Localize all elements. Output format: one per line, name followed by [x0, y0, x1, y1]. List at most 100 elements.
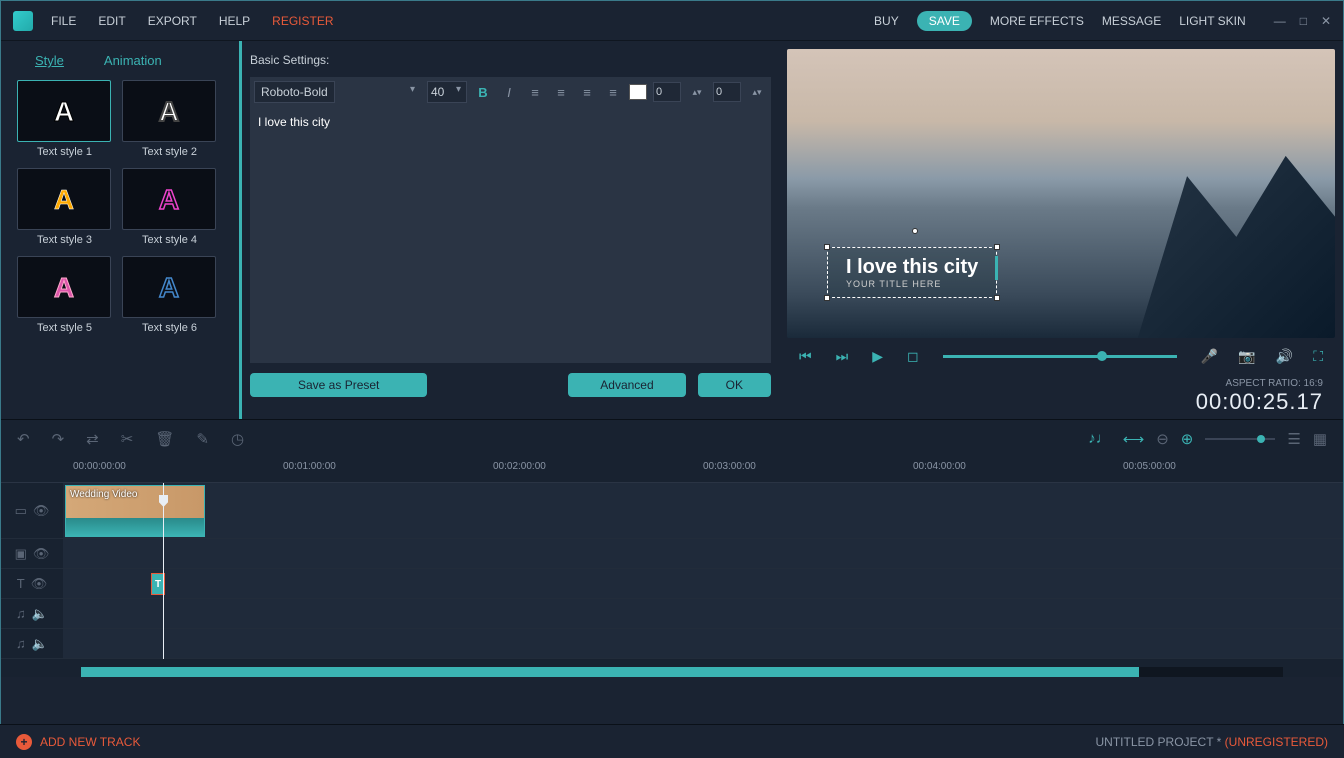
- bold-button[interactable]: B: [473, 82, 493, 102]
- ruler-mark: 00:05:00:00: [1123, 461, 1176, 472]
- text-track[interactable]: T: [63, 569, 1343, 598]
- zoom-in-icon[interactable]: ⊕: [1181, 430, 1194, 448]
- volume-icon[interactable]: 🔊: [1276, 348, 1293, 365]
- menu-file[interactable]: FILE: [51, 14, 76, 28]
- svg-text:A: A: [54, 184, 74, 215]
- align-left-icon[interactable]: ≡: [525, 82, 545, 102]
- ruler-mark: 00:04:00:00: [913, 461, 966, 472]
- svg-text:A: A: [159, 272, 179, 303]
- add-new-track-button[interactable]: + ADD NEW TRACK: [16, 734, 140, 750]
- time-icon[interactable]: ◷: [231, 430, 244, 448]
- menu-help[interactable]: HELP: [219, 14, 250, 28]
- timeline-scrollbar[interactable]: [81, 667, 1283, 677]
- audio-tool-icon[interactable]: ♪♩: [1088, 430, 1111, 447]
- overlay-subtitle-text: YOUR TITLE HERE: [846, 279, 978, 289]
- save-as-preset-button[interactable]: Save as Preset: [250, 373, 427, 397]
- playhead[interactable]: [163, 483, 164, 659]
- svg-text:A: A: [54, 96, 74, 127]
- prev-frame-icon[interactable]: ⏭: [836, 348, 849, 365]
- maximize-icon[interactable]: □: [1300, 14, 1307, 28]
- audio-track-1-icon[interactable]: ♫: [16, 606, 26, 621]
- ruler-mark: 00:00:00:00: [73, 461, 126, 472]
- text-style-3[interactable]: A: [17, 168, 111, 230]
- text-style-1-label: Text style 1: [17, 146, 112, 158]
- title-overlay[interactable]: I love this city YOUR TITLE HERE: [827, 247, 997, 298]
- ruler-mark: 00:03:00:00: [703, 461, 756, 472]
- project-status: UNTITLED PROJECT * (UNREGISTERED): [1096, 735, 1328, 749]
- video-clip[interactable]: Wedding Video: [65, 485, 205, 537]
- align-right-icon[interactable]: ≡: [577, 82, 597, 102]
- playback-slider[interactable]: [943, 355, 1177, 358]
- ok-button[interactable]: OK: [698, 373, 771, 397]
- spacing-input-1[interactable]: [653, 82, 681, 102]
- ruler-mark: 00:02:00:00: [493, 461, 546, 472]
- menu-register[interactable]: REGISTER: [272, 14, 333, 28]
- font-select[interactable]: Roboto-Bold: [254, 81, 335, 103]
- overlay-track-icon[interactable]: ▣: [15, 546, 27, 562]
- text-style-6[interactable]: A: [122, 256, 216, 318]
- mic-icon[interactable]: 🎤: [1201, 348, 1218, 365]
- text-style-2[interactable]: A: [122, 80, 216, 142]
- buy-button[interactable]: BUY: [874, 14, 899, 28]
- italic-button[interactable]: I: [499, 82, 519, 102]
- menu-export[interactable]: EXPORT: [148, 14, 197, 28]
- delete-icon[interactable]: 🗑: [155, 430, 174, 448]
- settings-icon[interactable]: ⇄: [86, 430, 99, 448]
- close-icon[interactable]: ✕: [1321, 14, 1331, 28]
- tab-style[interactable]: Style: [35, 53, 64, 68]
- tab-animation[interactable]: Animation: [104, 53, 162, 68]
- fit-icon[interactable]: ⟷: [1123, 430, 1145, 448]
- title-text-input[interactable]: I love this city: [250, 107, 771, 363]
- edit-icon[interactable]: ✎: [196, 430, 209, 448]
- svg-text:A: A: [159, 184, 179, 215]
- audio-track-2[interactable]: [63, 629, 1343, 658]
- visibility-icon[interactable]: 👁: [33, 503, 50, 519]
- play-icon[interactable]: ▶: [872, 348, 883, 365]
- goto-start-icon[interactable]: ⏮: [799, 348, 812, 365]
- video-track-icon[interactable]: ▭: [15, 503, 27, 519]
- overlay-track[interactable]: [63, 539, 1343, 568]
- video-preview[interactable]: I love this city YOUR TITLE HERE: [787, 49, 1335, 338]
- grid-view-icon[interactable]: ▦: [1313, 430, 1327, 448]
- zoom-out-icon[interactable]: ⊖: [1156, 430, 1169, 448]
- zoom-slider[interactable]: [1205, 438, 1275, 440]
- svg-text:A: A: [159, 96, 179, 127]
- mute-icon[interactable]: 🔈: [32, 606, 48, 622]
- redo-icon[interactable]: ↷: [52, 430, 65, 448]
- align-center-icon[interactable]: ≡: [551, 82, 571, 102]
- more-effects-button[interactable]: MORE EFFECTS: [990, 14, 1084, 28]
- stepper-2-icon[interactable]: ▴▾: [747, 82, 767, 102]
- text-track-icon[interactable]: T: [17, 576, 25, 591]
- text-style-6-label: Text style 6: [122, 322, 217, 334]
- light-skin-button[interactable]: LIGHT SKIN: [1179, 14, 1245, 28]
- snapshot-icon[interactable]: 📷: [1238, 348, 1255, 365]
- message-button[interactable]: MESSAGE: [1102, 14, 1161, 28]
- audio-track-2-icon[interactable]: ♫: [16, 636, 26, 651]
- stop-icon[interactable]: ◻: [907, 348, 919, 365]
- timeline-ruler[interactable]: 00:00:00:00 00:01:00:00 00:02:00:00 00:0…: [1, 457, 1343, 483]
- stepper-1-icon[interactable]: ▴▾: [687, 82, 707, 102]
- text-style-1[interactable]: A: [17, 80, 111, 142]
- audio-track-1[interactable]: [63, 599, 1343, 628]
- list-view-icon[interactable]: ☰: [1287, 430, 1300, 448]
- mute-icon[interactable]: 🔈: [32, 636, 48, 652]
- text-style-5-label: Text style 5: [17, 322, 112, 334]
- text-style-4[interactable]: A: [122, 168, 216, 230]
- text-style-5[interactable]: A: [17, 256, 111, 318]
- text-style-4-label: Text style 4: [122, 234, 217, 246]
- cut-icon[interactable]: ✂: [121, 430, 134, 448]
- undo-icon[interactable]: ↶: [17, 430, 30, 448]
- advanced-button[interactable]: Advanced: [568, 373, 685, 397]
- save-button[interactable]: SAVE: [917, 11, 972, 31]
- font-size-select[interactable]: 40: [427, 81, 467, 103]
- fullscreen-icon[interactable]: ⛶: [1313, 348, 1323, 365]
- visibility-icon[interactable]: 👁: [31, 576, 48, 592]
- visibility-icon[interactable]: 👁: [33, 546, 50, 562]
- spacing-input-2[interactable]: [713, 82, 741, 102]
- align-justify-icon[interactable]: ≡: [603, 82, 623, 102]
- text-color-swatch[interactable]: [629, 84, 647, 100]
- menu-edit[interactable]: EDIT: [98, 14, 125, 28]
- minimize-icon[interactable]: —: [1274, 14, 1286, 28]
- svg-text:A: A: [54, 272, 74, 303]
- video-track[interactable]: Wedding Video: [63, 483, 1343, 538]
